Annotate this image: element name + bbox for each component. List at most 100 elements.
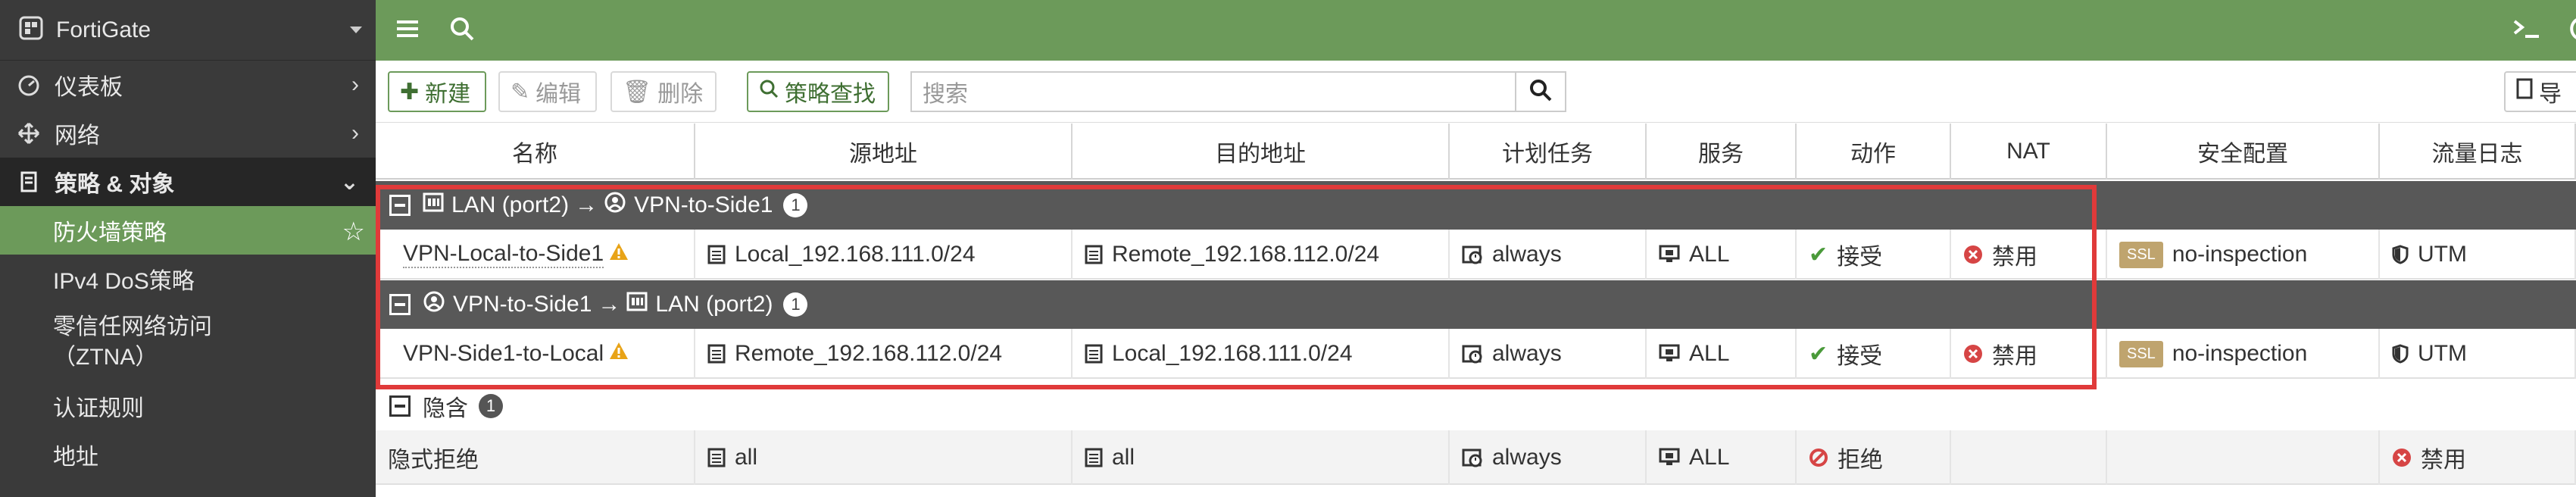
column-header-log[interactable]: 流量日志 bbox=[2380, 123, 2576, 180]
security-profile-cell: SSL no-inspection bbox=[2107, 329, 2380, 379]
export-button[interactable]: 导 bbox=[2504, 71, 2576, 112]
menu-icon[interactable] bbox=[394, 15, 421, 46]
schedule-value[interactable]: always bbox=[1492, 242, 1562, 267]
address-icon bbox=[1085, 448, 1103, 467]
device-selector[interactable]: FortiGate bbox=[0, 0, 376, 61]
schedule-cell: always bbox=[1450, 230, 1647, 280]
policy-lookup-button[interactable]: 策略查找 bbox=[747, 71, 889, 112]
destination-cell: Remote_192.168.112.0/24 bbox=[1073, 230, 1450, 280]
sidebar-item-ipv4-dos-policy[interactable]: IPv4 DoS策略 bbox=[0, 255, 376, 303]
column-header-security-profiles[interactable]: 安全配置 bbox=[2107, 123, 2380, 180]
security-profile-value[interactable]: no-inspection bbox=[2172, 341, 2307, 367]
table-row[interactable]: VPN-Side1-to-Local Remote_192.168.112.0/… bbox=[376, 329, 2576, 379]
implicit-group-header[interactable]: 隐含 1 bbox=[376, 382, 2576, 430]
sidebar-item-label: 策略 & 对象 bbox=[55, 172, 175, 197]
star-icon[interactable]: ☆ bbox=[342, 217, 365, 247]
checkmark-icon: ✔ bbox=[1809, 242, 1828, 267]
collapse-icon[interactable] bbox=[389, 294, 411, 315]
sidebar-item-policy-objects[interactable]: 策略 & 对象 ⌄ bbox=[0, 158, 376, 206]
chevron-down-icon bbox=[350, 27, 362, 33]
search-submit-button[interactable] bbox=[1515, 71, 1566, 112]
warning-icon bbox=[608, 242, 629, 267]
service-value[interactable]: ALL bbox=[1689, 242, 1729, 267]
search-input[interactable]: 搜索 bbox=[910, 71, 1516, 112]
source-address[interactable]: all bbox=[735, 445, 757, 470]
policy-name[interactable]: 隐式拒绝 bbox=[388, 441, 479, 474]
source-cell: Remote_192.168.112.0/24 bbox=[695, 329, 1073, 379]
table-header: 名称 源地址 目的地址 计划任务 服务 动作 NAT 安全配置 流量日志 bbox=[376, 123, 2576, 180]
sidebar-item-dashboard[interactable]: 仪表板 › bbox=[0, 61, 376, 109]
collapse-icon[interactable] bbox=[389, 395, 411, 417]
vpn-tunnel-icon bbox=[423, 290, 445, 319]
sidebar-item-label: 认证规则 bbox=[53, 396, 144, 421]
export-label: 导 bbox=[2539, 82, 2562, 107]
table-row[interactable]: 隐式拒绝 all all always ALL 拒绝 禁用 bbox=[376, 430, 2576, 485]
edit-button[interactable]: ✎ 编辑 bbox=[498, 71, 597, 112]
sidebar-item-addresses[interactable]: 地址 bbox=[0, 430, 376, 479]
service-value[interactable]: ALL bbox=[1689, 341, 1729, 367]
toolbar: ✚ 新建 ✎ 编辑 🗑 删除 策略查找 搜索 导 bbox=[376, 61, 2576, 123]
sidebar-item-label: 零信任网络访问 （ZTNA） bbox=[53, 314, 212, 370]
search-icon[interactable] bbox=[448, 15, 476, 46]
sidebar-item-firewall-policy[interactable]: 防火墙策略 ☆ bbox=[0, 206, 376, 255]
disabled-x-icon bbox=[1963, 344, 1983, 364]
shield-icon bbox=[2392, 344, 2409, 364]
column-header-nat[interactable]: NAT bbox=[1951, 123, 2107, 180]
column-header-service[interactable]: 服务 bbox=[1647, 123, 1797, 180]
network-icon bbox=[15, 120, 42, 147]
schedule-value[interactable]: always bbox=[1492, 445, 1562, 470]
calendar-clock-icon bbox=[1462, 343, 1483, 364]
policy-lookup-label: 策略查找 bbox=[785, 82, 876, 107]
column-header-name[interactable]: 名称 bbox=[376, 123, 695, 180]
sidebar-item-auth-rules[interactable]: 认证规则 bbox=[0, 382, 376, 430]
policy-name-cell: VPN-Side1-to-Local bbox=[376, 329, 695, 379]
disabled-x-icon bbox=[2392, 448, 2412, 467]
sidebar-item-network[interactable]: 网络 › bbox=[0, 109, 376, 158]
destination-address[interactable]: Remote_192.168.112.0/24 bbox=[1112, 242, 1379, 267]
create-new-label: 新建 bbox=[425, 82, 471, 107]
destination-address[interactable]: Local_192.168.111.0/24 bbox=[1112, 341, 1353, 367]
action-cell: 拒绝 bbox=[1797, 430, 1951, 485]
column-header-action[interactable]: 动作 bbox=[1797, 123, 1951, 180]
log-cell: UTM bbox=[2380, 329, 2576, 379]
policy-name-cell: VPN-Local-to-Side1 bbox=[376, 230, 695, 280]
schedule-value[interactable]: always bbox=[1492, 341, 1562, 367]
deny-icon bbox=[1809, 448, 1828, 467]
service-icon bbox=[1659, 344, 1680, 364]
column-header-destination[interactable]: 目的地址 bbox=[1073, 123, 1450, 180]
collapse-icon[interactable] bbox=[389, 195, 411, 216]
source-address[interactable]: Remote_192.168.112.0/24 bbox=[735, 341, 1002, 367]
sidebar-item-ztna[interactable]: 零信任网络访问 （ZTNA） bbox=[0, 303, 376, 382]
column-header-source[interactable]: 源地址 bbox=[695, 123, 1073, 180]
sidebar-item-label: IPv4 DoS策略 bbox=[53, 269, 195, 294]
group-from-interface: LAN (port2) bbox=[451, 192, 570, 217]
vpn-tunnel-icon bbox=[604, 191, 626, 220]
cli-console-icon[interactable] bbox=[2512, 15, 2542, 46]
policy-group-header[interactable]: VPN-to-Side1 → LAN (port2) 1 bbox=[376, 280, 2576, 329]
policy-name[interactable]: VPN-Side1-to-Local bbox=[403, 341, 604, 367]
calendar-clock-icon bbox=[1462, 447, 1483, 468]
ssl-badge: SSL bbox=[2119, 241, 2163, 268]
log-value: UTM bbox=[2418, 341, 2467, 366]
destination-address[interactable]: all bbox=[1112, 445, 1135, 470]
sidebar: FortiGate 仪表板 › 网络 › 策略 & 对象 ⌄ 防火墙策略 ☆ I… bbox=[0, 0, 376, 497]
document-icon bbox=[2516, 78, 2533, 105]
nat-cell: 禁用 bbox=[1951, 329, 2107, 379]
chevron-right-icon: › bbox=[351, 120, 359, 145]
policy-group-header[interactable]: LAN (port2) → VPN-to-Side1 1 bbox=[376, 181, 2576, 230]
dashboard-icon bbox=[15, 71, 42, 98]
action-cell: ✔ 接受 bbox=[1797, 329, 1951, 379]
sidebar-item-label: 网络 bbox=[55, 123, 100, 148]
column-header-schedule[interactable]: 计划任务 bbox=[1450, 123, 1647, 180]
create-new-button[interactable]: ✚ 新建 bbox=[388, 71, 486, 112]
device-name: FortiGate bbox=[56, 17, 151, 42]
group-count-badge: 1 bbox=[479, 394, 503, 418]
table-row[interactable]: VPN-Local-to-Side1 Local_192.168.111.0/2… bbox=[376, 230, 2576, 280]
help-icon[interactable] bbox=[2562, 15, 2576, 46]
security-profile-value[interactable]: no-inspection bbox=[2172, 242, 2307, 267]
service-value[interactable]: ALL bbox=[1689, 445, 1729, 470]
policy-name[interactable]: VPN-Local-to-Side1 bbox=[403, 241, 604, 268]
chevron-down-icon: ⌄ bbox=[339, 169, 359, 195]
delete-button[interactable]: 🗑 删除 bbox=[610, 71, 717, 112]
source-address[interactable]: Local_192.168.111.0/24 bbox=[735, 242, 976, 267]
